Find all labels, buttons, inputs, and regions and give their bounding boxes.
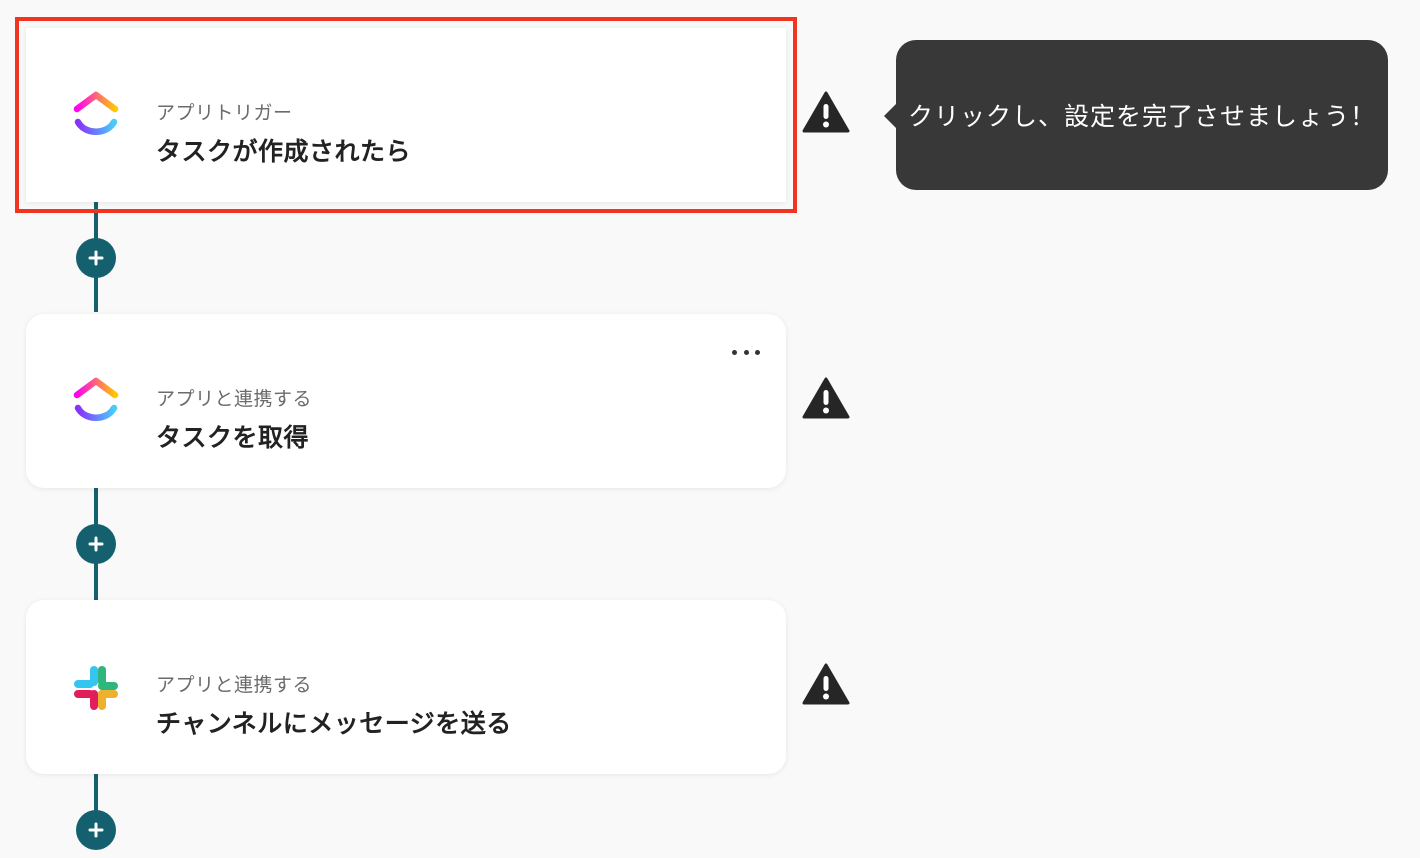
flow-canvas: アプリトリガー タスクが作成されたら アプリと連携する タスクを取得 アプリと連… bbox=[0, 0, 1420, 858]
step-title: タスクを取得 bbox=[156, 423, 310, 452]
clickup-logo-icon bbox=[70, 88, 122, 144]
warning-triangle-icon[interactable] bbox=[802, 662, 850, 706]
add-step-button[interactable] bbox=[76, 524, 116, 564]
step-title: タスクが作成されたら bbox=[156, 137, 412, 166]
warning-triangle-icon[interactable] bbox=[802, 90, 850, 134]
step-kind-label: アプリトリガー bbox=[156, 102, 293, 124]
tooltip-text: クリックし、設定を完了させましょう！ bbox=[907, 102, 1376, 131]
flow-step-card-get-task[interactable]: アプリと連携する タスクを取得 bbox=[26, 314, 786, 488]
flow-step-card-trigger[interactable]: アプリトリガー タスクが作成されたら bbox=[15, 17, 797, 213]
more-dots-icon[interactable] bbox=[732, 344, 760, 360]
step-kind-label: アプリと連携する bbox=[156, 388, 313, 410]
plus-icon bbox=[88, 250, 104, 266]
flow-step-card-send-message[interactable]: アプリと連携する チャンネルにメッセージを送る bbox=[26, 600, 786, 774]
slack-logo-icon bbox=[70, 660, 122, 716]
clickup-logo-icon bbox=[70, 374, 122, 430]
add-step-button[interactable] bbox=[76, 238, 116, 278]
add-step-button[interactable] bbox=[76, 810, 116, 850]
plus-icon bbox=[88, 822, 104, 838]
warning-triangle-icon[interactable] bbox=[802, 376, 850, 420]
setup-hint-tooltip: クリックし、設定を完了させましょう！ bbox=[884, 40, 1388, 190]
step-title: チャンネルにメッセージを送る bbox=[156, 709, 512, 738]
plus-icon bbox=[88, 536, 104, 552]
step-kind-label: アプリと連携する bbox=[156, 674, 313, 696]
